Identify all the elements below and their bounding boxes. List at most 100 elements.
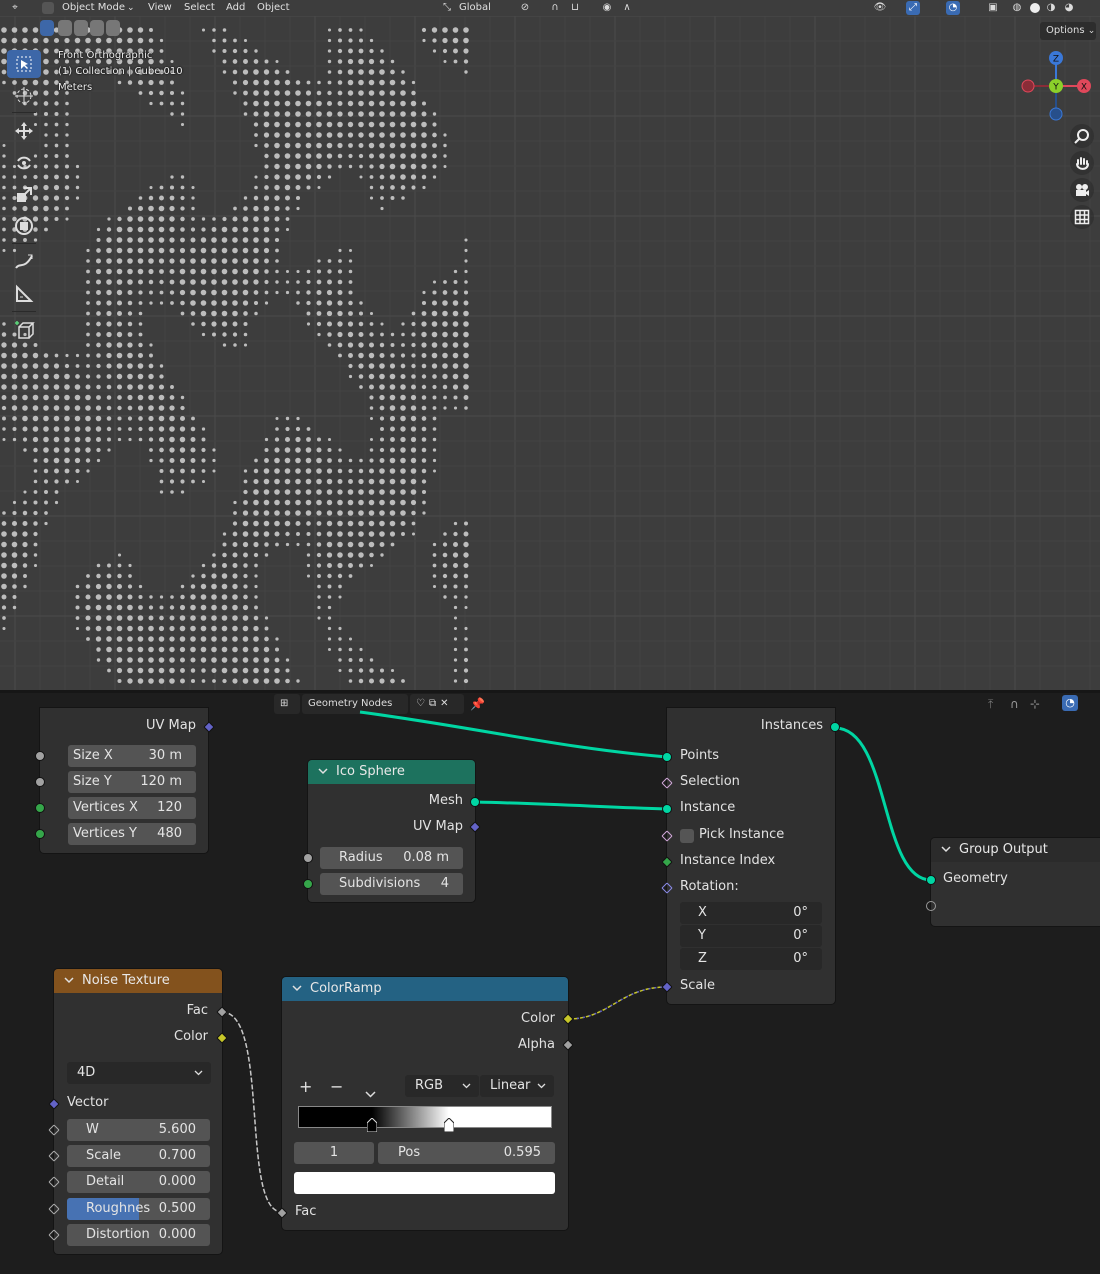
vertices-y-field[interactable]: Vertices Y 480 bbox=[68, 823, 196, 845]
pivot-icon[interactable]: ⊘ bbox=[518, 1, 532, 15]
roughness-slider[interactable]: Roughnes 0.500 bbox=[67, 1198, 210, 1220]
rotation-z-field[interactable]: Z 0° bbox=[680, 948, 822, 970]
add-stop-button[interactable]: + bbox=[299, 1077, 312, 1096]
grid-node[interactable]: UV Map Size X 30 m Size Y 120 m Vertices X… bbox=[35, 708, 215, 853]
node-tree-actions[interactable]: ♡⧉✕ bbox=[410, 694, 464, 714]
shading-solid-icon[interactable] bbox=[1028, 1, 1042, 15]
noise-texture-node[interactable]: Noise Texture Fac Color 4D Vector W 5.600… bbox=[48, 969, 228, 1254]
snap-icon[interactable]: ∩ bbox=[548, 1, 562, 15]
scale-tool-icon[interactable] bbox=[7, 181, 41, 209]
shading-rendered-icon[interactable]: ◕ bbox=[1062, 1, 1076, 15]
chevron-down-icon[interactable] bbox=[64, 969, 76, 984]
color-stop-handle[interactable] bbox=[366, 1117, 378, 1133]
pin-icon[interactable]: 📌 bbox=[470, 697, 485, 711]
node-overlay-icon[interactable]: ◔ bbox=[1062, 695, 1078, 711]
color-stop-handle[interactable] bbox=[443, 1117, 455, 1133]
distortion-field[interactable]: Distortion 0.000 bbox=[67, 1224, 210, 1246]
cursor-tool-icon[interactable] bbox=[7, 82, 41, 110]
group-output-header[interactable]: Group Output bbox=[931, 838, 1100, 862]
transform-orientation-dropdown[interactable]: Global bbox=[459, 1, 491, 15]
geometry-input-socket[interactable] bbox=[926, 875, 936, 885]
node-tree-selector[interactable]: ⊞ Geometry Nodes ♡⧉✕ bbox=[274, 694, 464, 714]
options-dropdown[interactable]: Options ⌄ bbox=[1040, 22, 1096, 40]
stop-pos-field[interactable]: Pos 0.595 bbox=[378, 1142, 555, 1164]
instances-output-socket[interactable] bbox=[830, 722, 840, 732]
transform-tool-icon[interactable] bbox=[7, 212, 41, 240]
snap-target-icon[interactable]: ⊔ bbox=[568, 1, 582, 15]
detail-field[interactable]: Detail 0.000 bbox=[67, 1171, 210, 1193]
select-invert-icon[interactable] bbox=[90, 20, 104, 36]
navigation-gizmo[interactable]: Z X Y bbox=[1016, 48, 1100, 124]
w-field[interactable]: W 5.600 bbox=[67, 1119, 210, 1141]
color-ramp-header[interactable]: ColorRamp bbox=[282, 977, 568, 1001]
shading-wireframe-icon[interactable]: ◍ bbox=[1010, 1, 1024, 15]
group-output-node[interactable]: Group Output Geometry bbox=[926, 838, 1100, 926]
size-x-field[interactable]: Size X 30 m bbox=[68, 745, 196, 767]
select-box-mode-icon[interactable] bbox=[40, 20, 54, 36]
select-subtract-icon[interactable] bbox=[74, 20, 88, 36]
select-tool-icon[interactable] bbox=[7, 50, 41, 78]
xray-icon[interactable]: ▣ bbox=[986, 1, 1000, 15]
select-extend-icon[interactable] bbox=[58, 20, 72, 36]
node-tree-name[interactable]: Geometry Nodes bbox=[302, 694, 408, 714]
annotate-tool-icon[interactable] bbox=[7, 248, 41, 276]
chevron-down-icon[interactable] bbox=[941, 838, 953, 853]
chevron-down-icon[interactable] bbox=[292, 977, 304, 992]
mesh-output-socket[interactable] bbox=[470, 797, 480, 807]
ico-sphere-header[interactable]: Ico Sphere bbox=[308, 760, 475, 784]
rotation-y-field[interactable]: Y 0° bbox=[680, 925, 822, 947]
editor-type-icon[interactable]: ⌖ bbox=[8, 1, 22, 15]
area-divider[interactable] bbox=[0, 690, 1100, 693]
ramp-menu-chevron-icon[interactable] bbox=[365, 1083, 376, 1102]
empty-input-socket[interactable] bbox=[926, 901, 936, 911]
radius-socket[interactable] bbox=[303, 853, 313, 863]
radius-field[interactable]: Radius 0.08 m bbox=[320, 847, 463, 869]
size-y-field[interactable]: Size Y 120 m bbox=[68, 771, 196, 793]
object-mode-dropdown[interactable]: Object Mode bbox=[62, 1, 125, 15]
measure-tool-icon[interactable] bbox=[7, 280, 41, 308]
size-y-socket[interactable] bbox=[35, 777, 45, 787]
ortho-grid-icon[interactable] bbox=[1070, 205, 1094, 229]
select-intersect-icon[interactable] bbox=[106, 20, 120, 36]
size-x-socket[interactable] bbox=[35, 751, 45, 761]
snap-node-icon[interactable]: ∩ bbox=[1010, 697, 1019, 711]
interpolation-dropdown[interactable]: Linear bbox=[480, 1075, 554, 1097]
color-ramp-node[interactable]: ColorRamp Color Alpha + − RGB Linear 1 P… bbox=[276, 977, 574, 1230]
remove-stop-button[interactable]: − bbox=[330, 1077, 343, 1096]
move-tool-icon[interactable] bbox=[7, 117, 41, 145]
noise-texture-header[interactable]: Noise Texture bbox=[54, 969, 222, 993]
instance-on-points-node[interactable]: Instances Points Selection Instance Pick… bbox=[661, 708, 840, 1004]
parent-node-tree-icon[interactable]: ⤒ bbox=[988, 697, 993, 712]
add-cube-tool-icon[interactable] bbox=[7, 316, 41, 344]
stop-index-field[interactable]: 1 bbox=[294, 1142, 374, 1164]
chevron-down-icon[interactable] bbox=[318, 760, 330, 775]
rotate-tool-icon[interactable] bbox=[7, 149, 41, 177]
subdivisions-field[interactable]: Subdivisions 4 bbox=[320, 873, 463, 895]
menu-view[interactable]: View bbox=[148, 1, 172, 15]
subdivisions-socket[interactable] bbox=[303, 879, 313, 889]
overlay-toggle-icon[interactable]: ◔ bbox=[946, 1, 960, 15]
stop-color-swatch[interactable] bbox=[294, 1172, 555, 1194]
vertices-x-field[interactable]: Vertices X 120 bbox=[68, 797, 196, 819]
visibility-icon[interactable]: 👁 bbox=[873, 1, 887, 15]
3d-viewport[interactable]: ⌖ Object Mode ⌄ View Select Add Object ⤡… bbox=[0, 0, 1100, 690]
color-mode-dropdown[interactable]: RGB bbox=[405, 1075, 479, 1097]
noise-scale-field[interactable]: Scale 0.700 bbox=[67, 1145, 210, 1167]
ico-sphere-node[interactable]: Ico Sphere Mesh UV Map Radius 0.08 m Subd… bbox=[303, 760, 481, 902]
proportional-edit-icon[interactable]: ◉ bbox=[600, 1, 614, 15]
menu-select[interactable]: Select bbox=[184, 1, 215, 15]
camera-icon[interactable] bbox=[1070, 178, 1094, 202]
instance-socket[interactable] bbox=[662, 804, 672, 814]
menu-object[interactable]: Object bbox=[257, 1, 290, 15]
pick-instance-checkbox[interactable] bbox=[680, 829, 694, 843]
menu-add[interactable]: Add bbox=[226, 1, 245, 15]
points-socket[interactable] bbox=[662, 752, 672, 762]
vertices-y-socket[interactable] bbox=[35, 829, 45, 839]
falloff-icon[interactable]: ∧ bbox=[620, 1, 634, 15]
dimensions-dropdown[interactable]: 4D bbox=[67, 1062, 211, 1084]
gizmo-toggle-icon[interactable]: ⤢ bbox=[906, 1, 920, 15]
pan-hand-icon[interactable] bbox=[1070, 151, 1094, 175]
node-tree-type-icon[interactable]: ⊞ bbox=[274, 694, 300, 714]
zoom-icon[interactable] bbox=[1070, 124, 1094, 148]
shading-material-icon[interactable]: ◑ bbox=[1044, 1, 1058, 15]
